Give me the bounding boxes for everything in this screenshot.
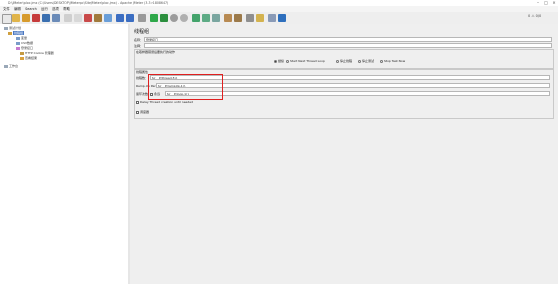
action-stop-test-now-radio[interactable]: Stop Test Now (380, 59, 405, 63)
tree-node-variables[interactable]: 变量 (16, 36, 27, 40)
window-title: D:\JMeter\ploc.jmx (C:\Users\DESKTOP\JMe… (8, 1, 169, 5)
thread-properties-label: 线程属性 (136, 70, 149, 74)
tree-node-cookie-manager[interactable]: HTTP Cookie 管理器 (20, 51, 54, 55)
new-icon[interactable] (2, 14, 12, 24)
save-icon[interactable] (42, 14, 50, 22)
workbench-icon (4, 64, 8, 68)
listener-icon (20, 56, 24, 60)
toggle-icon[interactable] (138, 14, 146, 22)
reset-search-icon[interactable] (256, 14, 264, 22)
delay-thread-checkbox[interactable]: Delay Thread creation until needed (136, 100, 193, 104)
threads-label: 线程数： (136, 76, 149, 80)
error-action-label: 在取样器错误后要执行的动作 (136, 50, 176, 54)
config-icon (16, 36, 20, 40)
paste-icon[interactable] (84, 14, 92, 22)
clear-all-icon[interactable] (234, 14, 242, 22)
action-continue-radio[interactable]: 继续 (274, 59, 284, 63)
action-stop-thread-radio[interactable]: 停止线程 (336, 59, 352, 63)
scheduler-checkbox[interactable]: 调度器 (136, 110, 149, 114)
function-helper-icon[interactable] (268, 14, 276, 22)
error-counter: 0 ⚠ 0/0 (528, 14, 542, 18)
open-icon[interactable] (22, 14, 30, 22)
expand-icon[interactable] (104, 14, 112, 22)
tree-node-thread-group[interactable]: 线程组 (8, 31, 25, 35)
thread-group-icon (8, 31, 12, 35)
templates-icon[interactable] (12, 14, 20, 22)
action-next-loop-radio[interactable]: Start Next Thread Loop (286, 59, 325, 63)
help-icon[interactable] (278, 14, 286, 22)
remote-start-icon[interactable] (192, 14, 200, 22)
test-plan-icon (4, 26, 8, 30)
comment-label: 注释： (134, 44, 144, 48)
sampler-icon (16, 46, 20, 50)
stop-icon[interactable] (170, 14, 178, 22)
remove-icon[interactable] (126, 14, 134, 22)
name-label: 名称： (134, 38, 144, 42)
start-icon[interactable] (150, 14, 158, 22)
remote-exit-icon[interactable] (212, 14, 220, 22)
shutdown-icon[interactable] (180, 14, 188, 22)
save-as-icon[interactable] (52, 14, 60, 22)
action-stop-test-radio[interactable]: 停止测试 (358, 59, 374, 63)
search-icon[interactable] (246, 14, 254, 22)
annotation-highlight-box (148, 74, 223, 100)
remote-stop-icon[interactable] (202, 14, 210, 22)
tree-node-workbench[interactable]: 工作台 (4, 64, 18, 68)
thread-group-panel: 线程组 名称： 登录接口 注释： 在取样器错误后要执行的动作 继续 Start … (130, 24, 558, 284)
tree-node-login-api[interactable]: 登录接口 (16, 46, 33, 50)
cut-icon[interactable] (64, 14, 72, 22)
start-no-pause-icon[interactable] (160, 14, 168, 22)
tree-node-test-plan[interactable]: 测试计划 (4, 26, 21, 30)
revert-icon[interactable] (94, 14, 102, 22)
tree-node-results[interactable]: 查看结果 (20, 56, 37, 60)
name-field[interactable]: 登录接口 (144, 37, 552, 42)
clear-icon[interactable] (224, 14, 232, 22)
add-icon[interactable] (116, 14, 124, 22)
config-icon (16, 41, 20, 45)
panel-title: 线程组 (134, 29, 150, 35)
copy-icon[interactable] (74, 14, 82, 22)
tree-node-csv-data[interactable]: CSV数据 (16, 41, 33, 45)
test-plan-tree: 测试计划 线程组 变量 CSV数据 登录接口 HTTP Cookie 管理器 查… (0, 24, 129, 284)
loop-label: 循环次数 (136, 92, 149, 96)
comment-field[interactable] (144, 43, 552, 48)
close-file-icon[interactable] (32, 14, 40, 22)
cookie-icon (20, 51, 24, 55)
